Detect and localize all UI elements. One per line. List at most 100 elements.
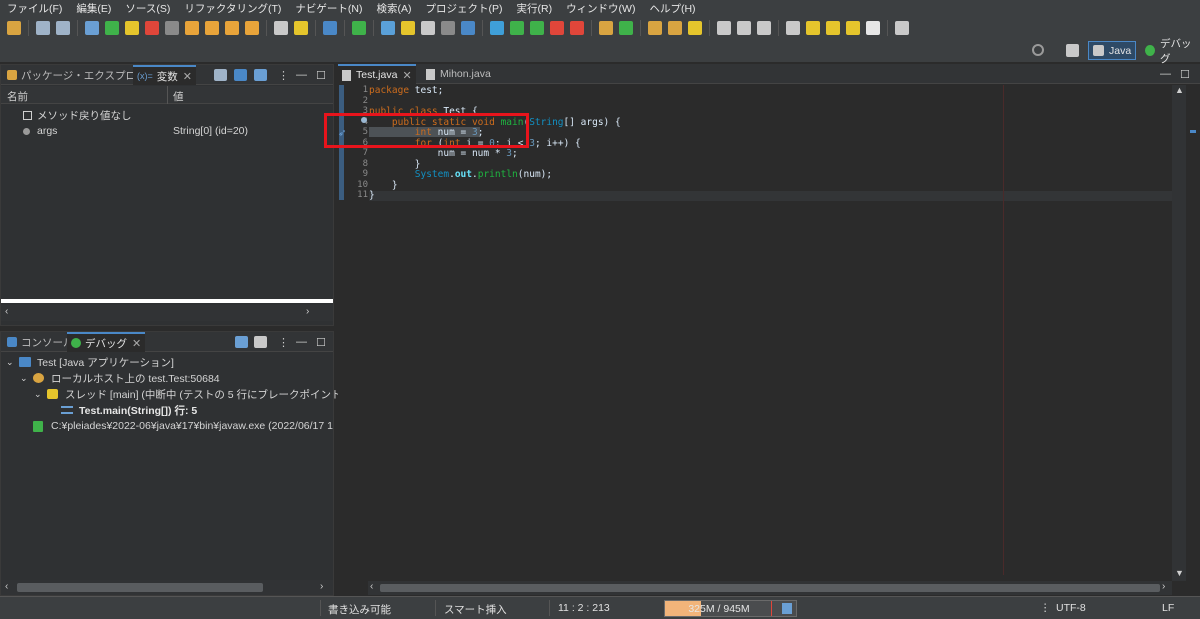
garbage-collect-icon[interactable]	[782, 603, 792, 614]
tab-test-java[interactable]: Test.java ✕	[338, 64, 416, 84]
details-scrollbar[interactable]: ‹ ›	[1, 305, 333, 321]
block-icon[interactable]	[441, 21, 455, 35]
details-divider[interactable]	[1, 299, 333, 303]
tree-item-launch[interactable]: ⌄ Test [Java アプリケーション]	[1, 354, 333, 370]
settings-icon[interactable]	[323, 21, 337, 35]
code-line[interactable]: }	[369, 190, 375, 201]
menu-item[interactable]: 実行(R)	[509, 1, 559, 16]
menu-item[interactable]: プロジェクト(P)	[418, 1, 509, 16]
resume-icon[interactable]	[105, 21, 119, 35]
terminate-icon[interactable]	[145, 21, 159, 35]
drop-to-frame-icon[interactable]	[245, 21, 259, 35]
menu-item[interactable]: 検索(A)	[369, 1, 418, 16]
code-lines[interactable]: package test; public class Test { public …	[338, 85, 1168, 215]
minimize-icon[interactable]: —	[296, 336, 307, 348]
menu-item[interactable]: ウィンドウ(W)	[559, 1, 642, 16]
view-menu-icon[interactable]: ⋮	[278, 69, 289, 82]
menu-item[interactable]: リファクタリング(T)	[177, 1, 288, 16]
power-icon[interactable]	[352, 21, 366, 35]
highlight-icon[interactable]	[401, 21, 415, 35]
show-type-names-icon[interactable]	[214, 69, 227, 81]
scroll-right-icon[interactable]: ›	[1162, 581, 1165, 592]
scrollbar-thumb[interactable]	[17, 583, 263, 592]
scroll-left-icon[interactable]: ‹	[370, 581, 373, 592]
menu-item[interactable]: ナビゲート(N)	[288, 1, 369, 16]
open-perspective-icon[interactable]	[1066, 44, 1079, 57]
java-perspective-button[interactable]: Java	[1088, 41, 1136, 60]
code-line[interactable]: }	[369, 159, 421, 170]
save-all-icon[interactable]	[56, 21, 70, 35]
open-type-icon[interactable]	[648, 21, 662, 35]
status-insert-mode[interactable]: スマート挿入	[444, 602, 507, 617]
scroll-right-icon[interactable]: ›	[320, 581, 323, 592]
code-line[interactable]: }	[369, 180, 398, 191]
save-icon[interactable]	[36, 21, 50, 35]
stop-icon[interactable]	[550, 21, 564, 35]
show-whitespace-icon[interactable]	[461, 21, 475, 35]
column-value-header[interactable]: 値	[173, 89, 184, 104]
disconnect-icon[interactable]	[165, 21, 179, 35]
scroll-left-icon[interactable]: ‹	[5, 581, 8, 592]
collapse-all-icon[interactable]	[235, 336, 248, 348]
column-name-header[interactable]: 名前	[7, 89, 28, 104]
toggle-mark-icon[interactable]	[717, 21, 731, 35]
run-icon[interactable]	[510, 21, 524, 35]
step-return-icon[interactable]	[225, 21, 239, 35]
tree-item-vm[interactable]: ⌄ ローカルホスト上の test.Test:50684	[1, 370, 333, 386]
quick-access-icon[interactable]	[895, 21, 909, 35]
tree-item-process[interactable]: C:¥pleiades¥2022-06¥java¥17¥bin¥javaw.ex…	[1, 418, 333, 434]
maximize-icon[interactable]: ☐	[316, 336, 326, 349]
close-icon[interactable]: ✕	[132, 337, 141, 350]
show-logical-structure-icon[interactable]	[234, 69, 247, 81]
status-encoding[interactable]: UTF-8	[1056, 602, 1086, 614]
step-over-icon[interactable]	[205, 21, 219, 35]
scroll-down-icon[interactable]: ▼	[1175, 568, 1184, 578]
debug-target-icon[interactable]	[381, 21, 395, 35]
next-annotation-icon[interactable]	[786, 21, 800, 35]
skip-breakpoints-icon[interactable]	[85, 21, 99, 35]
use-step-filters-icon[interactable]	[274, 21, 288, 35]
collapse-all-icon[interactable]	[254, 69, 267, 81]
scroll-right-icon[interactable]: ›	[306, 306, 309, 317]
back-icon[interactable]	[826, 21, 840, 35]
status-line-delimiter[interactable]: LF	[1162, 602, 1174, 614]
scroll-up-icon[interactable]: ▲	[1175, 85, 1184, 95]
coverage-icon[interactable]	[530, 21, 544, 35]
debug-icon[interactable]	[490, 21, 504, 35]
forward-arrow-icon[interactable]	[866, 21, 880, 35]
step-filters-icon[interactable]	[294, 21, 308, 35]
close-icon[interactable]: ✕	[402, 69, 411, 82]
last-edit-icon[interactable]	[806, 21, 820, 35]
scrollbar-thumb[interactable]	[380, 584, 1160, 592]
code-line[interactable]: System.out.println(num);	[369, 169, 552, 180]
variable-row[interactable]: args String[0] (id=20)	[1, 123, 333, 139]
scroll-left-icon[interactable]: ‹	[5, 306, 8, 317]
code-line[interactable]: num = num * 3;	[369, 148, 518, 159]
tab-debug[interactable]: デバッグ ✕	[67, 332, 146, 352]
menu-item[interactable]: 編集(E)	[69, 1, 118, 16]
heap-status[interactable]: 325M / 945M	[664, 600, 797, 617]
toggle-breadcrumb-icon[interactable]	[737, 21, 751, 35]
maximize-icon[interactable]: ☐	[316, 69, 326, 82]
menu-item[interactable]: ファイル(F)	[0, 1, 69, 16]
chevron-down-icon[interactable]: ⌄	[6, 357, 14, 368]
new-icon[interactable]	[7, 21, 21, 35]
tree-item-stack-frame[interactable]: Test.main(String[]) 行: 5	[1, 402, 333, 418]
search-tool-icon[interactable]	[688, 21, 702, 35]
debug-scrollbar[interactable]: ‹ ›	[1, 580, 333, 595]
toggle-block-icon[interactable]	[757, 21, 771, 35]
status-cursor-position[interactable]: 11 : 2 : 213	[558, 602, 610, 614]
maximize-icon[interactable]: ☐	[1180, 68, 1190, 81]
tab-variables[interactable]: (x)= 変数 ✕	[133, 65, 196, 85]
minimize-icon[interactable]: —	[296, 69, 307, 81]
suspend-icon[interactable]	[125, 21, 139, 35]
view-menu-icon[interactable]: ⋮	[278, 336, 289, 349]
code-line[interactable]: package test;	[369, 85, 443, 96]
new-package-icon[interactable]	[599, 21, 613, 35]
editor-vertical-scrollbar[interactable]: ▲ ▼	[1172, 85, 1186, 581]
chevron-down-icon[interactable]: ⌄	[34, 389, 42, 400]
open-task-icon[interactable]	[668, 21, 682, 35]
tree-item-thread[interactable]: ⌄ スレッド [main] (中断中 (テストの 5 行にブレークポイント))	[1, 386, 349, 402]
step-into-icon[interactable]	[185, 21, 199, 35]
editor-horizontal-scrollbar[interactable]: ‹ ›	[368, 581, 1172, 595]
